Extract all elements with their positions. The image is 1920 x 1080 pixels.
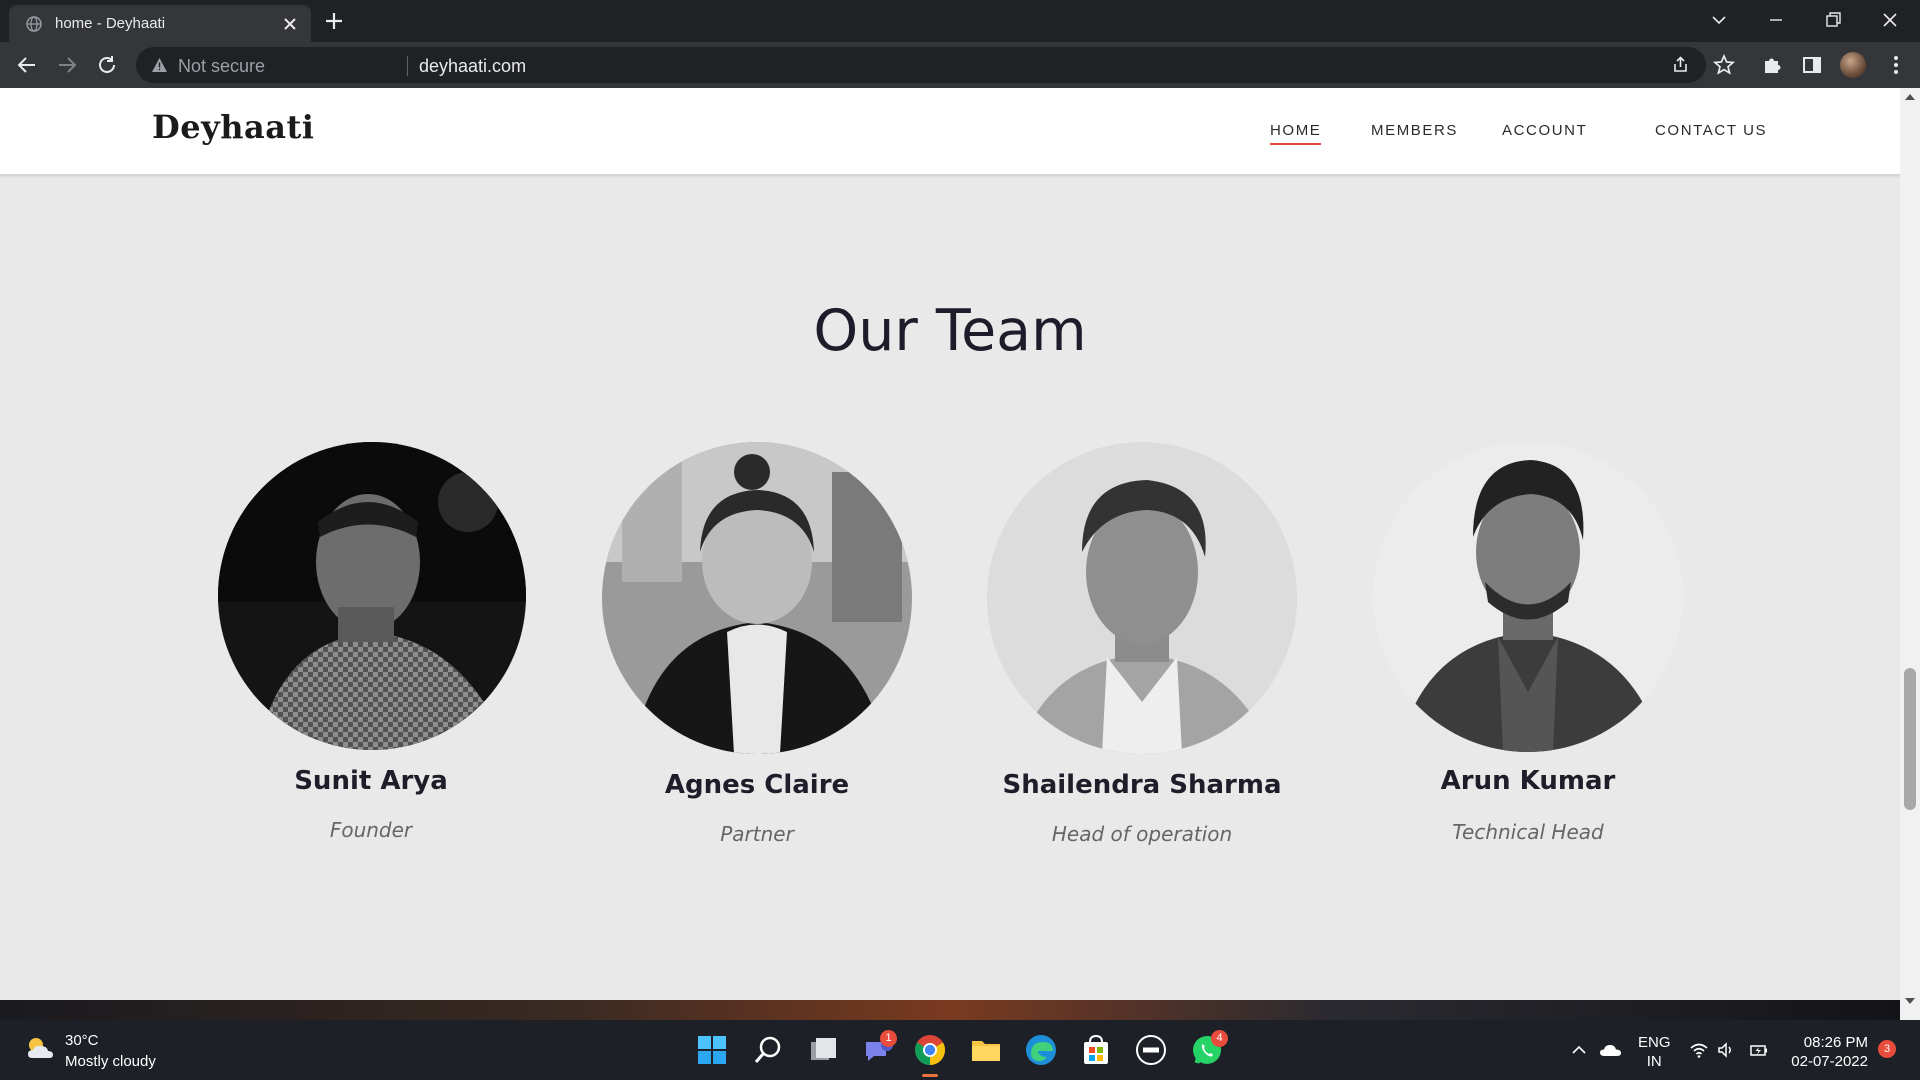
windows-start-icon[interactable]: [694, 1032, 730, 1068]
dell-icon[interactable]: [1133, 1032, 1169, 1068]
footer-banner: [0, 1000, 1900, 1020]
volume-icon[interactable]: [1716, 1040, 1736, 1060]
onedrive-cloud-icon[interactable]: [1599, 1040, 1623, 1060]
share-icon[interactable]: [1671, 55, 1691, 75]
chrome-icon[interactable]: [912, 1032, 948, 1068]
page-scrollbar[interactable]: [1900, 88, 1920, 1020]
omnibox-divider: [407, 56, 408, 76]
minimize-icon[interactable]: [1764, 9, 1788, 31]
new-tab-icon[interactable]: [323, 10, 345, 32]
bookmark-star-icon[interactable]: [1712, 53, 1736, 77]
weather-description[interactable]: Mostly cloudy: [65, 1053, 156, 1070]
extensions-icon[interactable]: [1760, 53, 1784, 77]
active-app-indicator: [922, 1074, 938, 1077]
clock-time: 08:26 PM: [1803, 1034, 1868, 1051]
member-name: Arun Kumar: [1440, 766, 1616, 796]
chevron-down-icon[interactable]: [1707, 9, 1731, 31]
url-text[interactable]: deyhaati.com: [419, 56, 526, 77]
taskbar: 30°C Mostly cloudy 1 4 ENG IN 08:26 PM 0…: [0, 1020, 1920, 1080]
security-label[interactable]: Not secure: [178, 56, 265, 77]
globe-icon: [26, 16, 42, 32]
member-photo: [602, 442, 912, 754]
teams-badge: 1: [880, 1030, 897, 1047]
nav-members[interactable]: MEMBERS: [1371, 122, 1458, 139]
reload-icon[interactable]: [95, 53, 119, 77]
restore-icon[interactable]: [1821, 9, 1845, 31]
warning-icon[interactable]: [151, 57, 168, 73]
window-close-icon[interactable]: [1878, 9, 1902, 31]
task-view-icon[interactable]: [805, 1032, 841, 1068]
nav-home[interactable]: HOME: [1270, 122, 1322, 145]
scroll-down-arrow-icon[interactable]: [1905, 998, 1915, 1004]
tab-title: home - Deyhaati: [55, 15, 166, 32]
member-role: Founder: [329, 818, 413, 842]
language-region: IN: [1646, 1053, 1662, 1070]
battery-charging-icon[interactable]: [1749, 1040, 1769, 1060]
forward-arrow-icon[interactable]: [55, 53, 79, 77]
input-language[interactable]: ENG IN: [1638, 1033, 1671, 1071]
clock-date: 02-07-2022: [1791, 1053, 1868, 1070]
member-photo: [987, 442, 1297, 754]
search-icon[interactable]: [750, 1032, 786, 1068]
more-menu-icon[interactable]: [1884, 53, 1908, 77]
whatsapp-badge: 4: [1211, 1030, 1228, 1047]
file-explorer-icon[interactable]: [968, 1032, 1004, 1068]
member-name: Sunit Arya: [294, 766, 448, 796]
profile-avatar[interactable]: [1840, 52, 1866, 78]
weather-temperature[interactable]: 30°C: [65, 1032, 99, 1049]
member-role: Technical Head: [1452, 820, 1604, 844]
wifi-icon[interactable]: [1689, 1040, 1709, 1060]
close-icon[interactable]: [280, 14, 300, 34]
member-name: Agnes Claire: [664, 770, 850, 800]
system-clock[interactable]: 08:26 PM 02-07-2022: [1780, 1033, 1868, 1071]
back-arrow-icon[interactable]: [15, 53, 39, 77]
microsoft-store-icon[interactable]: [1078, 1032, 1114, 1068]
cloudy-weather-icon[interactable]: [24, 1034, 56, 1064]
address-bar[interactable]: Not secure deyhaati.com: [136, 47, 1706, 83]
section-title: Our Team: [813, 298, 1087, 364]
member-role: Head of operation: [1051, 822, 1233, 846]
browser-toolbar: Not secure deyhaati.com: [0, 42, 1920, 88]
edge-icon[interactable]: [1023, 1032, 1059, 1068]
nav-account[interactable]: ACCOUNT: [1502, 122, 1587, 139]
site-header: Deyhaati HOME MEMBERS ACCOUNT CONTACT US: [0, 88, 1900, 174]
page-viewport: Deyhaati HOME MEMBERS ACCOUNT CONTACT US…: [0, 88, 1900, 1000]
member-photo: [218, 442, 526, 750]
chevron-up-icon[interactable]: [1569, 1040, 1589, 1060]
notification-badge[interactable]: 3: [1878, 1040, 1896, 1058]
member-name: Shailendra Sharma: [1002, 770, 1282, 800]
site-logo[interactable]: Deyhaati: [152, 108, 314, 146]
member-photo: [1373, 442, 1683, 752]
side-panel-icon[interactable]: [1800, 53, 1824, 77]
browser-tab-strip: home - Deyhaati: [0, 0, 1920, 42]
member-role: Partner: [720, 822, 794, 846]
scroll-up-arrow-icon[interactable]: [1905, 94, 1915, 100]
browser-tab[interactable]: home - Deyhaati: [9, 5, 311, 42]
language-code: ENG: [1638, 1034, 1671, 1051]
nav-contact-us[interactable]: CONTACT US: [1655, 122, 1767, 139]
scrollbar-thumb[interactable]: [1904, 668, 1916, 810]
